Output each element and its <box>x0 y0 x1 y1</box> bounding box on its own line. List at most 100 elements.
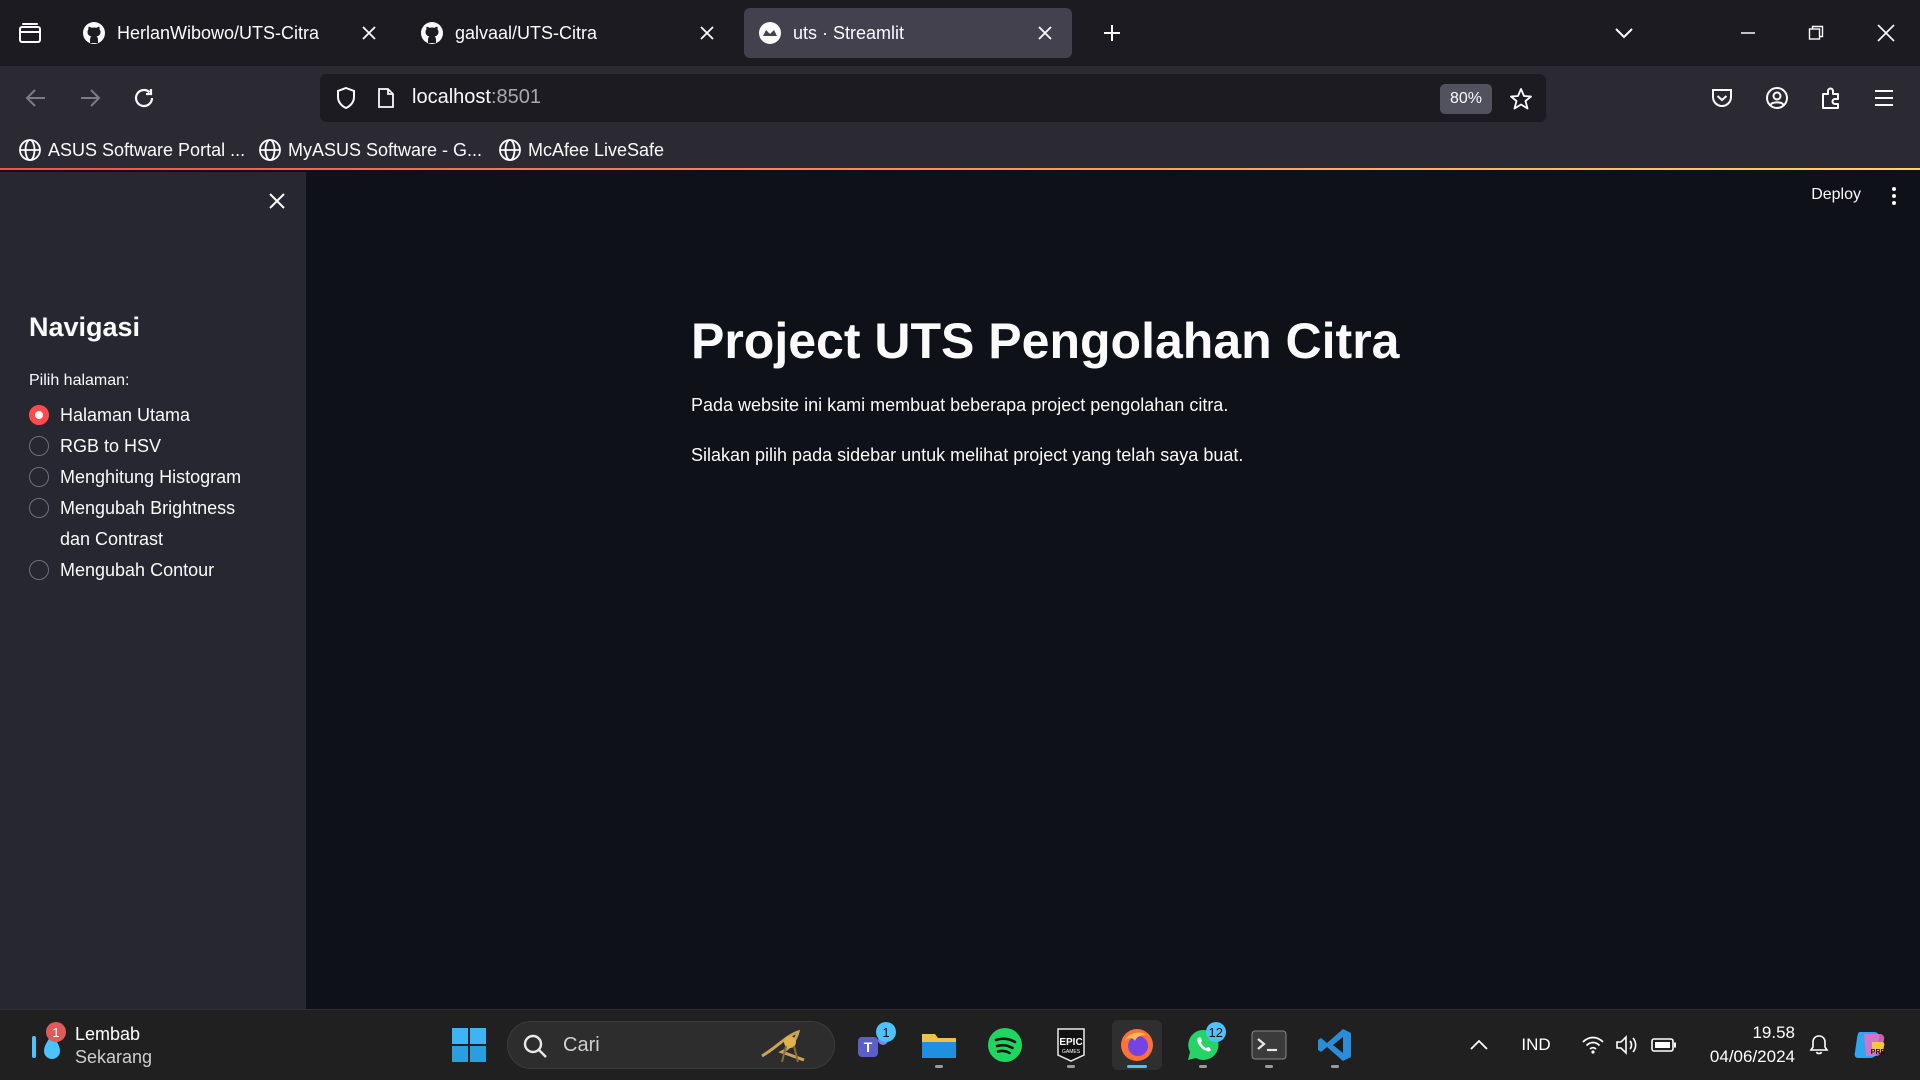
weather-badge: 1 <box>46 1022 66 1042</box>
sidebar: Navigasi Pilih halaman: Halaman Utama RG… <box>0 172 306 1009</box>
tab-list-chevron-icon[interactable] <box>1604 14 1644 52</box>
close-icon[interactable] <box>694 20 720 46</box>
bookmark-myasus[interactable]: MyASUS Software - G... <box>258 136 482 164</box>
vscode-app[interactable] <box>1310 1020 1360 1070</box>
tab-galvaal[interactable]: galvaal/UTS-Citra <box>406 8 734 58</box>
radio-contour[interactable]: Mengubah Contour <box>29 555 279 586</box>
bookmark-label: MyASUS Software - G... <box>288 139 483 160</box>
radio-histogram[interactable]: Menghitung Histogram <box>29 462 279 493</box>
system-clock[interactable]: 19.58 04/06/2024 <box>1710 1021 1795 1069</box>
radio-brightness-contrast[interactable]: Mengubah Brightness dan Contrast <box>29 493 279 555</box>
zoom-level-badge[interactable]: 80% <box>1440 84 1492 114</box>
github-icon <box>82 21 106 45</box>
battery-icon[interactable] <box>1650 1030 1678 1060</box>
restore-icon[interactable] <box>1796 14 1836 52</box>
close-icon[interactable] <box>1032 20 1058 46</box>
bookmarks-bar: ASUS Software Portal ... MyASUS Software… <box>0 130 1920 170</box>
back-arrow-icon[interactable] <box>16 78 56 118</box>
radio-halaman-utama[interactable]: Halaman Utama <box>29 400 279 431</box>
tab-streamlit[interactable]: uts · Streamlit <box>744 8 1072 58</box>
page-radio-group: Halaman Utama RGB to HSV Menghitung Hist… <box>29 400 279 586</box>
close-sidebar-icon[interactable] <box>262 186 292 216</box>
firefox-app[interactable] <box>1112 1020 1162 1070</box>
radio-empty-icon[interactable] <box>29 436 49 456</box>
radio-selected-icon[interactable] <box>29 405 49 425</box>
windows-start-icon[interactable] <box>451 1027 487 1063</box>
firefox-icon <box>1121 1029 1153 1061</box>
radio-empty-icon[interactable] <box>29 467 49 487</box>
deploy-button[interactable]: Deploy <box>1811 186 1861 204</box>
radio-label: RGB to HSV <box>60 436 162 456</box>
radio-rgb-to-hsv[interactable]: RGB to HSV <box>29 431 279 462</box>
shield-icon[interactable] <box>330 82 362 114</box>
close-icon[interactable] <box>356 20 382 46</box>
terminal-app[interactable] <box>1244 1020 1294 1070</box>
copilot-icon[interactable]: PRE <box>1850 1026 1890 1062</box>
page-title: Project UTS Pengolahan Citra <box>691 313 1400 369</box>
teams-badge: 1 <box>876 1022 896 1042</box>
minimize-icon[interactable] <box>1728 14 1768 52</box>
bookmark-label: ASUS Software Portal ... <box>48 139 246 160</box>
account-icon[interactable] <box>1757 78 1797 118</box>
tab-overview-icon[interactable] <box>12 16 48 50</box>
svg-text:PRE: PRE <box>1871 1049 1886 1056</box>
svg-text:EPIC: EPIC <box>1059 1037 1082 1048</box>
url-bar[interactable]: localhost:8501 80% <box>320 74 1546 122</box>
tab-title: galvaal/UTS-Citra <box>455 22 598 43</box>
clock-date: 04/06/2024 <box>1709 1047 1795 1066</box>
menu-icon[interactable] <box>1864 78 1904 118</box>
radio-empty-icon[interactable] <box>29 560 49 580</box>
running-indicator <box>1199 1065 1207 1068</box>
radio-label: Menghitung Histogram <box>60 467 242 487</box>
terminal-icon <box>1251 1030 1287 1060</box>
browser-nav-bar: localhost:8501 80% <box>0 66 1920 130</box>
taskbar-search[interactable]: Cari <box>507 1021 835 1069</box>
tab-herlan[interactable]: HerlanWibowo/UTS-Citra <box>68 8 396 58</box>
streamlit-icon <box>758 21 782 45</box>
instruction-paragraph: Silakan pilih pada sidebar untuk melihat… <box>691 445 1244 465</box>
notification-bell-icon[interactable] <box>1806 1030 1832 1060</box>
chevron-up-icon[interactable] <box>1466 1030 1492 1060</box>
bookmark-mcafee[interactable]: McAfee LiveSafe <box>498 136 664 164</box>
bookmark-asus-portal[interactable]: ASUS Software Portal ... <box>18 136 245 164</box>
weather-widget[interactable]: 1 Lembab Sekarang <box>24 1022 174 1068</box>
search-placeholder: Cari <box>563 1034 600 1056</box>
new-tab-button[interactable] <box>1095 16 1129 50</box>
taskbar: 1 Lembab Sekarang Cari T 1 EPICGAMES 12 <box>0 1009 1920 1080</box>
search-highlight-icon <box>761 1029 805 1063</box>
intro-paragraph: Pada website ini kami membuat beberapa p… <box>691 395 1229 415</box>
url-text[interactable]: localhost:8501 <box>412 86 541 109</box>
search-icon <box>523 1034 547 1058</box>
forward-arrow-icon[interactable] <box>70 78 110 118</box>
language-indicator[interactable]: IND <box>1516 1030 1556 1060</box>
spotify-app[interactable] <box>980 1020 1030 1070</box>
teams-app[interactable]: T 1 <box>848 1020 898 1070</box>
whatsapp-app[interactable]: 12 <box>1178 1020 1228 1070</box>
more-options-icon[interactable] <box>1884 184 1904 208</box>
epic-games-app[interactable]: EPIC GAMES <box>1046 1020 1096 1070</box>
running-indicator <box>1127 1065 1147 1068</box>
window-close-icon[interactable] <box>1866 14 1906 52</box>
file-explorer-app[interactable] <box>914 1020 964 1070</box>
radio-empty-icon[interactable] <box>29 498 49 518</box>
extensions-icon[interactable] <box>1811 78 1851 118</box>
svg-text:GAMES: GAMES <box>1062 1049 1081 1055</box>
radio-label: Halaman Utama <box>60 405 191 425</box>
radio-label: Mengubah Contour <box>60 560 215 580</box>
volume-icon[interactable] <box>1614 1030 1640 1060</box>
page-info-icon[interactable] <box>372 82 400 114</box>
epic-games-icon: EPICGAMES <box>1057 1028 1085 1062</box>
sidebar-title: Navigasi <box>29 312 141 342</box>
reload-icon[interactable] <box>124 78 164 118</box>
running-indicator <box>935 1065 943 1068</box>
tab-title: uts · Streamlit <box>793 22 905 43</box>
weather-time: Sekarang <box>75 1047 153 1067</box>
bookmark-label: McAfee LiveSafe <box>528 139 665 160</box>
radio-group-label: Pilih halaman: <box>29 372 130 389</box>
browser-tab-bar: HerlanWibowo/UTS-Citra galvaal/UTS-Citra… <box>0 0 1920 66</box>
svg-text:T: T <box>864 1039 873 1055</box>
vscode-icon <box>1318 1029 1351 1061</box>
wifi-icon[interactable] <box>1580 1030 1606 1060</box>
pocket-icon[interactable] <box>1702 78 1742 118</box>
star-icon[interactable] <box>1504 82 1538 116</box>
